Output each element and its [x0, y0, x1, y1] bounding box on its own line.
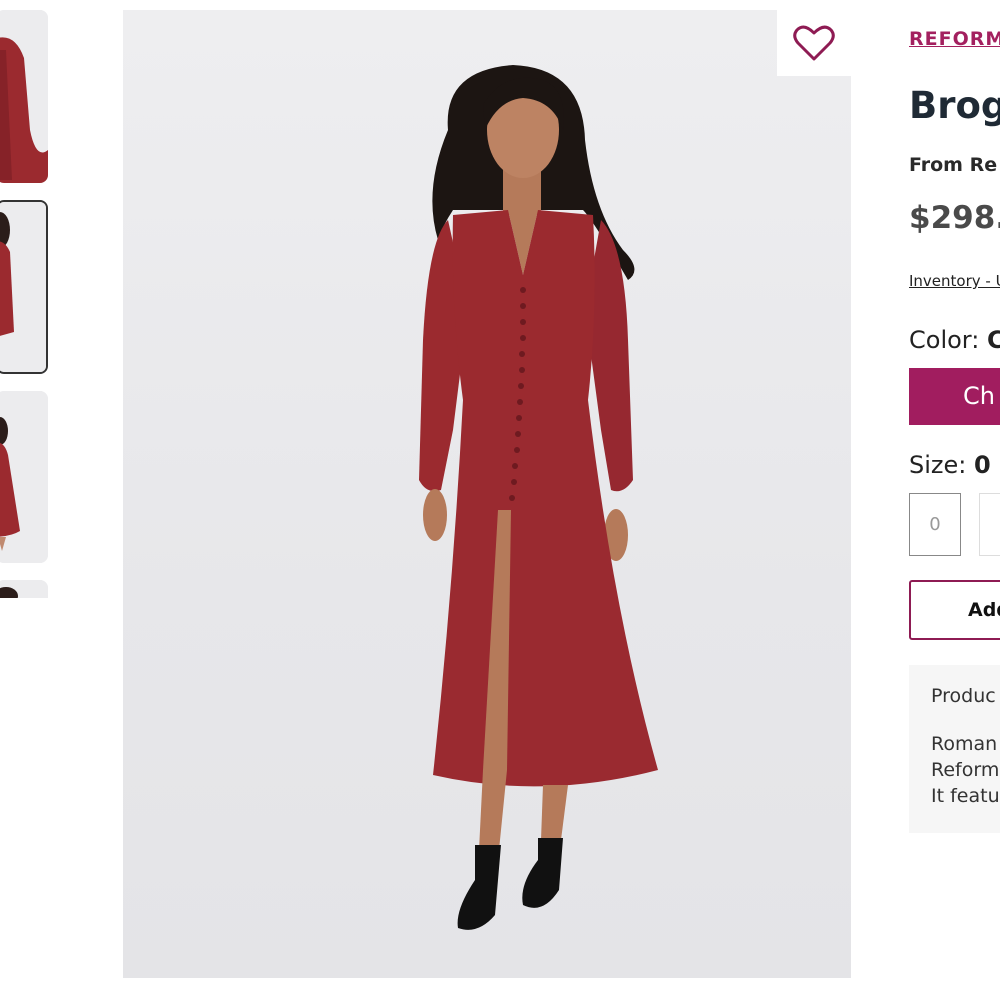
size-selected-value: 0 [973, 451, 991, 479]
product-page: REFORMA Brog From Re $298.0 Inventory - … [0, 0, 1000, 1000]
gallery-thumbnail-3[interactable] [0, 391, 48, 563]
color-selected-value: C [986, 326, 1000, 354]
wishlist-button[interactable] [777, 10, 851, 76]
thumbnail-image-3 [0, 391, 48, 563]
thumbnail-image-4 [0, 580, 48, 598]
gallery-thumbnail-2-selected[interactable] [0, 200, 48, 374]
description-line: It featu [931, 785, 1000, 807]
size-label-text: Size: [909, 451, 974, 479]
product-info-panel: REFORMA Brog From Re $298.0 Inventory - … [909, 0, 1000, 1000]
color-label-text: Color: [909, 326, 987, 354]
description-line: Roman [931, 733, 998, 755]
size-option-0[interactable]: 0 [909, 493, 961, 556]
gallery-thumbnail-1[interactable] [0, 10, 48, 183]
size-option-1[interactable]: 1 [979, 493, 1000, 556]
inventory-link[interactable]: Inventory - U [909, 272, 1000, 290]
description-line: Reform [931, 759, 1000, 781]
add-to-cart-button[interactable]: Add [909, 580, 1000, 640]
description-heading: Produc [931, 685, 996, 707]
size-label: Size: 0 [909, 451, 991, 479]
brand-link[interactable]: REFORMA [909, 28, 1000, 50]
gallery-thumbnail-4[interactable] [0, 580, 48, 598]
color-option-button[interactable]: Ch [909, 368, 1000, 425]
main-product-image[interactable] [123, 10, 851, 978]
product-price: $298.0 [909, 200, 1000, 236]
thumbnail-image-1 [0, 10, 48, 183]
heart-icon [793, 25, 835, 61]
product-description-panel: Produc Roman Reform It featu [909, 665, 1000, 833]
color-label: Color: C [909, 326, 1000, 354]
thumbnail-image-2 [0, 202, 46, 372]
seller-text: From Re [909, 154, 998, 176]
product-title: Brog [909, 84, 1000, 127]
model-in-dress-illustration [419, 65, 658, 930]
